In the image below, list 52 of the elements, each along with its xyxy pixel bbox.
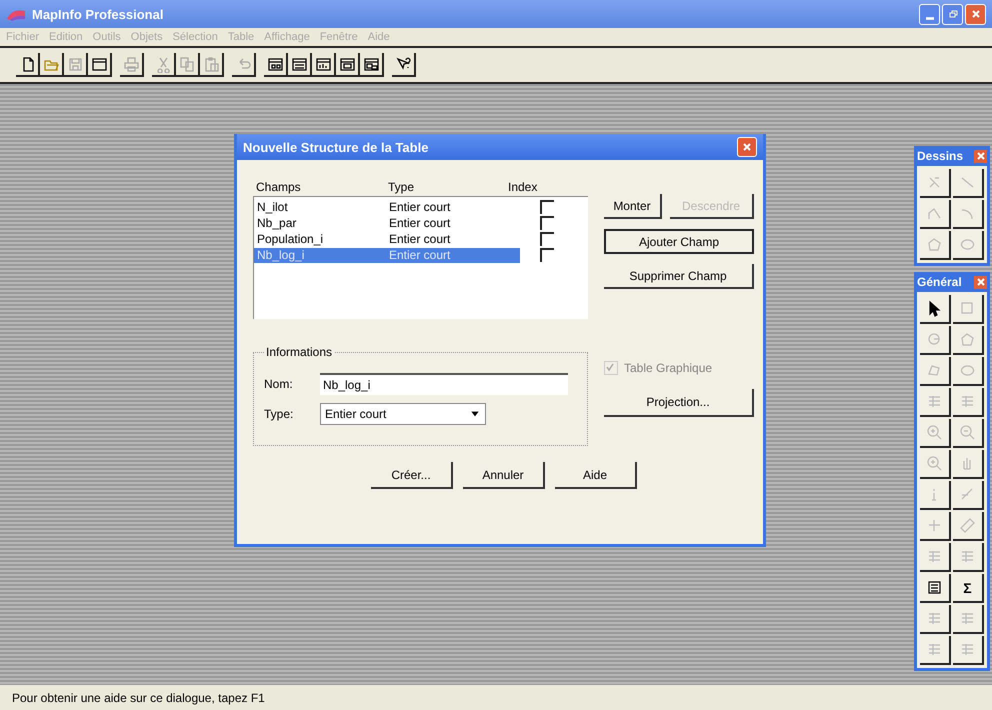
close-icon: [970, 9, 980, 19]
field-row[interactable]: Nb_par Entier court: [254, 216, 520, 230]
toolbar-new-icon[interactable]: [16, 53, 40, 77]
status-text: Pour obtenir une aide sur ce dialogue, tapez F1: [12, 690, 265, 704]
field-label: Type:: [264, 407, 294, 421]
close-button[interactable]: [974, 276, 987, 288]
dialog-title: Nouvelle Structure de la Table: [243, 140, 428, 154]
column-header: Index: [508, 180, 538, 194]
dialog-button[interactable]: Créer...: [371, 462, 453, 489]
toolbar-help-icon[interactable]: [392, 53, 416, 77]
type-dropdown[interactable]: Entier court: [320, 403, 486, 425]
close-button[interactable]: [737, 137, 757, 157]
sum-tool[interactable]: Σ: [953, 574, 984, 603]
dialog-button[interactable]: Monter: [604, 194, 662, 219]
close-button[interactable]: [974, 150, 987, 162]
palette-title: Général: [917, 275, 962, 289]
toolbar-open-icon[interactable]: [40, 53, 64, 77]
field-label: Nom:: [264, 377, 294, 391]
restore-icon: [948, 9, 958, 19]
toolbar-browser-icon[interactable]: [288, 53, 312, 77]
palette-title: Dessins: [917, 149, 964, 163]
index-checkbox[interactable]: [540, 200, 554, 214]
minimize-button[interactable]: [919, 4, 940, 24]
toolbar-graph-icon[interactable]: [312, 53, 336, 77]
field-row[interactable]: N_ilot Entier court: [254, 200, 520, 214]
dialog-button[interactable]: Ajouter Champ: [604, 229, 754, 254]
close-icon: [976, 277, 986, 287]
name-field[interactable]: Nb_log_i: [320, 373, 568, 395]
close-button[interactable]: [965, 4, 986, 24]
column-header: Type: [388, 180, 416, 194]
close-icon: [976, 151, 986, 161]
toolbar-layout-icon[interactable]: [336, 53, 360, 77]
toolbar-window-icon[interactable]: [88, 53, 112, 77]
projection-button[interactable]: Projection...: [604, 389, 754, 417]
index-checkbox[interactable]: [540, 232, 554, 246]
close-icon: [742, 142, 752, 152]
column-header: Champs: [255, 180, 302, 194]
toolbar-redistrict-icon[interactable]: [360, 53, 384, 77]
index-checkbox[interactable]: [540, 216, 554, 230]
dialog-button[interactable]: Annuler: [463, 462, 545, 489]
toolbar-map-icon[interactable]: [264, 53, 288, 77]
maximize-button[interactable]: [942, 4, 963, 24]
dialog-button[interactable]: Aide: [555, 462, 637, 489]
tool-list-icon[interactable]: [920, 574, 951, 603]
check-icon: [605, 362, 615, 372]
dialog-button[interactable]: Supprimer Champ: [604, 264, 754, 289]
checkbox-label: Table Graphique: [624, 361, 712, 375]
field-row[interactable]: Population_i Entier court: [254, 232, 520, 246]
window-title: MapInfo Professional: [32, 6, 164, 22]
minimize-icon: [926, 16, 934, 20]
tool-arrow-icon[interactable]: [920, 295, 951, 324]
group-title: Informations: [265, 345, 334, 359]
